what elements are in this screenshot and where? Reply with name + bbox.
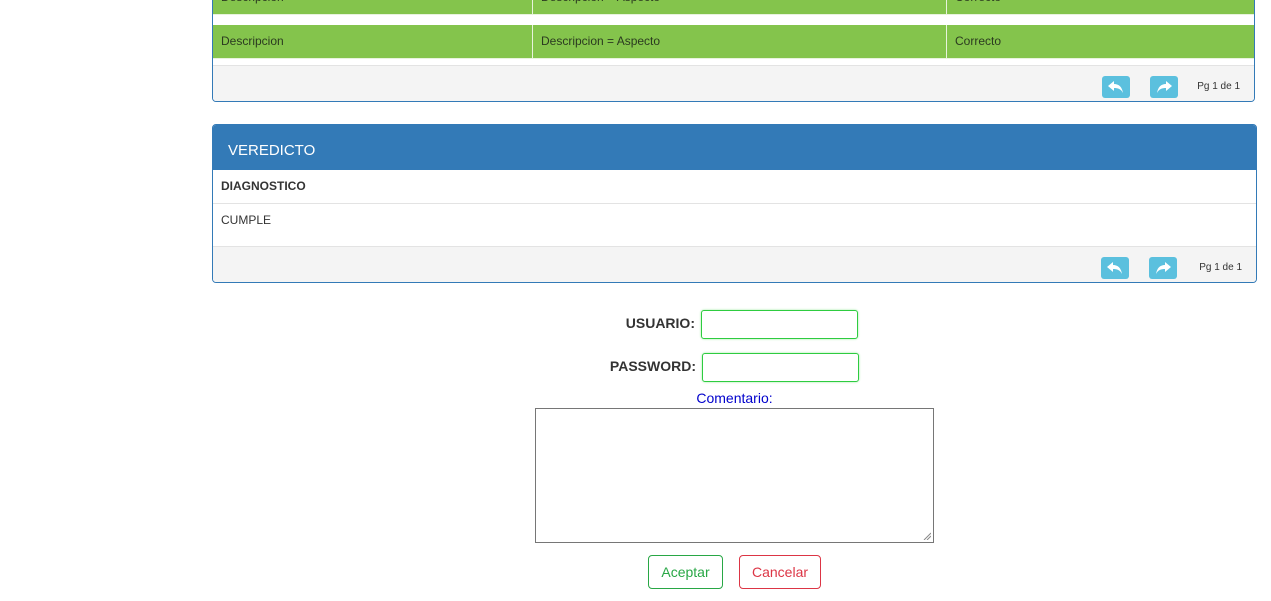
page-info: Pg 1 de 1: [1197, 81, 1240, 92]
results-panel: Descripcion Descripcion = Aspecto Correc…: [212, 0, 1255, 102]
usuario-input[interactable]: [701, 310, 858, 339]
redo-arrow-icon: [1157, 81, 1172, 93]
redo-arrow-icon: [1156, 262, 1171, 274]
veredicto-pager: Pg 1 de 1: [213, 246, 1256, 282]
next-page-button[interactable]: [1149, 257, 1177, 279]
usuario-label: USUARIO:: [625, 315, 695, 331]
cancel-button[interactable]: Cancelar: [739, 555, 821, 589]
cell-estado: Correcto: [947, 0, 1254, 14]
cell-aspecto: Descripcion = Aspecto: [533, 0, 947, 14]
cell-descripcion: Descripcion: [213, 25, 533, 58]
password-input[interactable]: [702, 353, 859, 382]
password-label: PASSWORD:: [609, 358, 696, 374]
undo-arrow-icon: [1108, 81, 1123, 93]
prev-page-button[interactable]: [1101, 257, 1129, 279]
accept-button[interactable]: Aceptar: [648, 555, 723, 589]
next-page-button[interactable]: [1150, 76, 1178, 98]
veredicto-panel: VEREDICTO DIAGNOSTICO CUMPLE Pg 1 de 1: [212, 124, 1257, 283]
cell-estado: Correcto: [955, 34, 1002, 48]
table-row[interactable]: Descripcion Descripcion = Aspecto Correc…: [213, 25, 1254, 59]
results-pager: Pg 1 de 1: [213, 65, 1254, 101]
diagnostico-value[interactable]: CUMPLE: [213, 204, 1256, 237]
comentario-textarea[interactable]: [535, 408, 934, 543]
page-info: Pg 1 de 1: [1199, 262, 1242, 273]
table-row[interactable]: Descripcion Descripcion = Aspecto Correc…: [213, 0, 1254, 15]
diagnostico-header[interactable]: DIAGNOSTICO: [213, 170, 1256, 204]
cell-descripcion: Descripcion: [213, 0, 533, 14]
comentario-label: Comentario:: [696, 390, 773, 406]
prev-page-button[interactable]: [1102, 76, 1130, 98]
cell-aspecto: Descripcion = Aspecto: [533, 25, 947, 58]
undo-arrow-icon: [1107, 262, 1122, 274]
veredicto-title: VEREDICTO: [213, 125, 1256, 170]
resize-handle-icon[interactable]: [923, 532, 931, 540]
